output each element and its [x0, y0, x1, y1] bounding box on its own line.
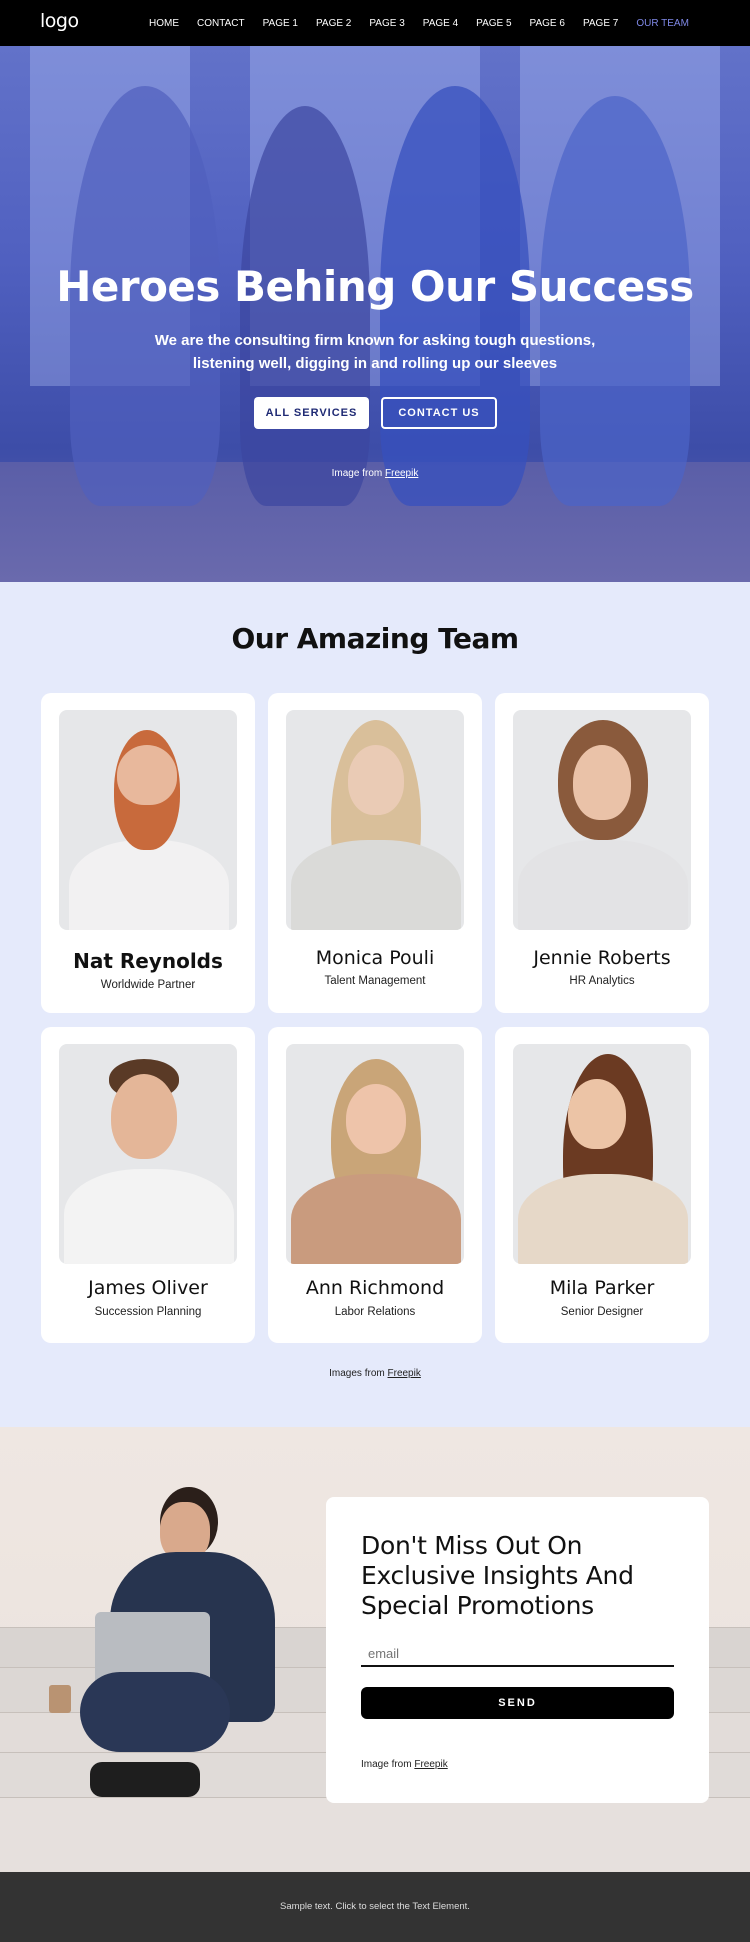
- hero-image-credit: Image from Freepik: [0, 468, 750, 479]
- nav-item-page-5[interactable]: PAGE 5: [467, 18, 520, 29]
- nav-item-page-3[interactable]: PAGE 3: [360, 18, 413, 29]
- logo[interactable]: logo: [40, 10, 79, 32]
- top-navigation: logo HOME CONTACT PAGE 1 PAGE 2 PAGE 3 P…: [0, 0, 750, 46]
- nav-menu: HOME CONTACT PAGE 1 PAGE 2 PAGE 3 PAGE 4…: [140, 0, 698, 46]
- nav-item-our-team[interactable]: OUR TEAM: [627, 18, 698, 29]
- freepik-link[interactable]: Freepik: [414, 1759, 447, 1770]
- send-button[interactable]: SEND: [361, 1687, 674, 1719]
- team-member-name: Mila Parker: [549, 1277, 655, 1299]
- nav-item-page-1[interactable]: PAGE 1: [254, 18, 307, 29]
- team-member-card: Ann Richmond Labor Relations: [268, 1027, 482, 1343]
- team-member-card: Nat Reynolds Worldwide Partner: [41, 693, 255, 1013]
- team-member-name: James Oliver: [88, 1277, 208, 1299]
- team-member-card: Monica Pouli Talent Management: [268, 693, 482, 1013]
- footer-text[interactable]: Sample text. Click to select the Text El…: [280, 1901, 470, 1912]
- hero-section: Heroes Behing Our Success We are the con…: [0, 46, 750, 582]
- credit-prefix: Image from: [361, 1759, 415, 1770]
- team-member-photo: [513, 710, 691, 930]
- background-step: [0, 1797, 750, 1872]
- team-member-role: Talent Management: [324, 975, 426, 987]
- team-member-card: Mila Parker Senior Designer: [495, 1027, 709, 1343]
- team-member-role: Worldwide Partner: [100, 979, 196, 991]
- team-member-role: Senior Designer: [560, 1306, 644, 1318]
- newsletter-title: Don't Miss Out On Exclusive Insights And…: [361, 1531, 634, 1620]
- nav-item-page-2[interactable]: PAGE 2: [307, 18, 360, 29]
- nav-item-contact[interactable]: CONTACT: [188, 18, 254, 29]
- email-input[interactable]: [361, 1641, 674, 1667]
- team-member-name: Jennie Roberts: [533, 947, 671, 969]
- newsletter-image-credit: Image from Freepik: [361, 1759, 448, 1770]
- team-member-name: Monica Pouli: [315, 947, 435, 969]
- credit-prefix: Images from: [329, 1368, 388, 1379]
- team-member-name: Nat Reynolds: [73, 949, 223, 973]
- all-services-button[interactable]: ALL SERVICES: [254, 397, 369, 429]
- team-member-role: HR Analytics: [569, 975, 635, 987]
- freepik-link[interactable]: Freepik: [388, 1368, 421, 1379]
- team-member-photo: [286, 710, 464, 930]
- nav-item-page-4[interactable]: PAGE 4: [414, 18, 467, 29]
- nav-item-page-7[interactable]: PAGE 7: [574, 18, 627, 29]
- hero-subtitle: We are the consulting firm known for ask…: [154, 332, 596, 372]
- team-member-photo: [513, 1044, 691, 1264]
- credit-prefix: Image from: [331, 468, 385, 479]
- team-member-photo: [59, 710, 237, 930]
- team-member-card: Jennie Roberts HR Analytics: [495, 693, 709, 1013]
- team-member-card: James Oliver Succession Planning: [41, 1027, 255, 1343]
- nav-item-page-6[interactable]: PAGE 6: [521, 18, 574, 29]
- team-member-role: Succession Planning: [94, 1306, 202, 1318]
- newsletter-card: Don't Miss Out On Exclusive Insights And…: [326, 1497, 709, 1803]
- team-member-name: Ann Richmond: [305, 1277, 445, 1299]
- nav-item-home[interactable]: HOME: [140, 18, 188, 29]
- team-member-photo: [59, 1044, 237, 1264]
- contact-us-button[interactable]: CONTACT US: [381, 397, 497, 429]
- footer: Sample text. Click to select the Text El…: [0, 1872, 750, 1942]
- freepik-link[interactable]: Freepik: [385, 468, 418, 479]
- team-image-credit: Images from Freepik: [0, 1368, 750, 1379]
- team-member-role: Labor Relations: [334, 1306, 416, 1318]
- team-member-photo: [286, 1044, 464, 1264]
- hero-title: Heroes Behing Our Success: [56, 262, 694, 311]
- team-section-title: Our Amazing Team: [231, 622, 519, 655]
